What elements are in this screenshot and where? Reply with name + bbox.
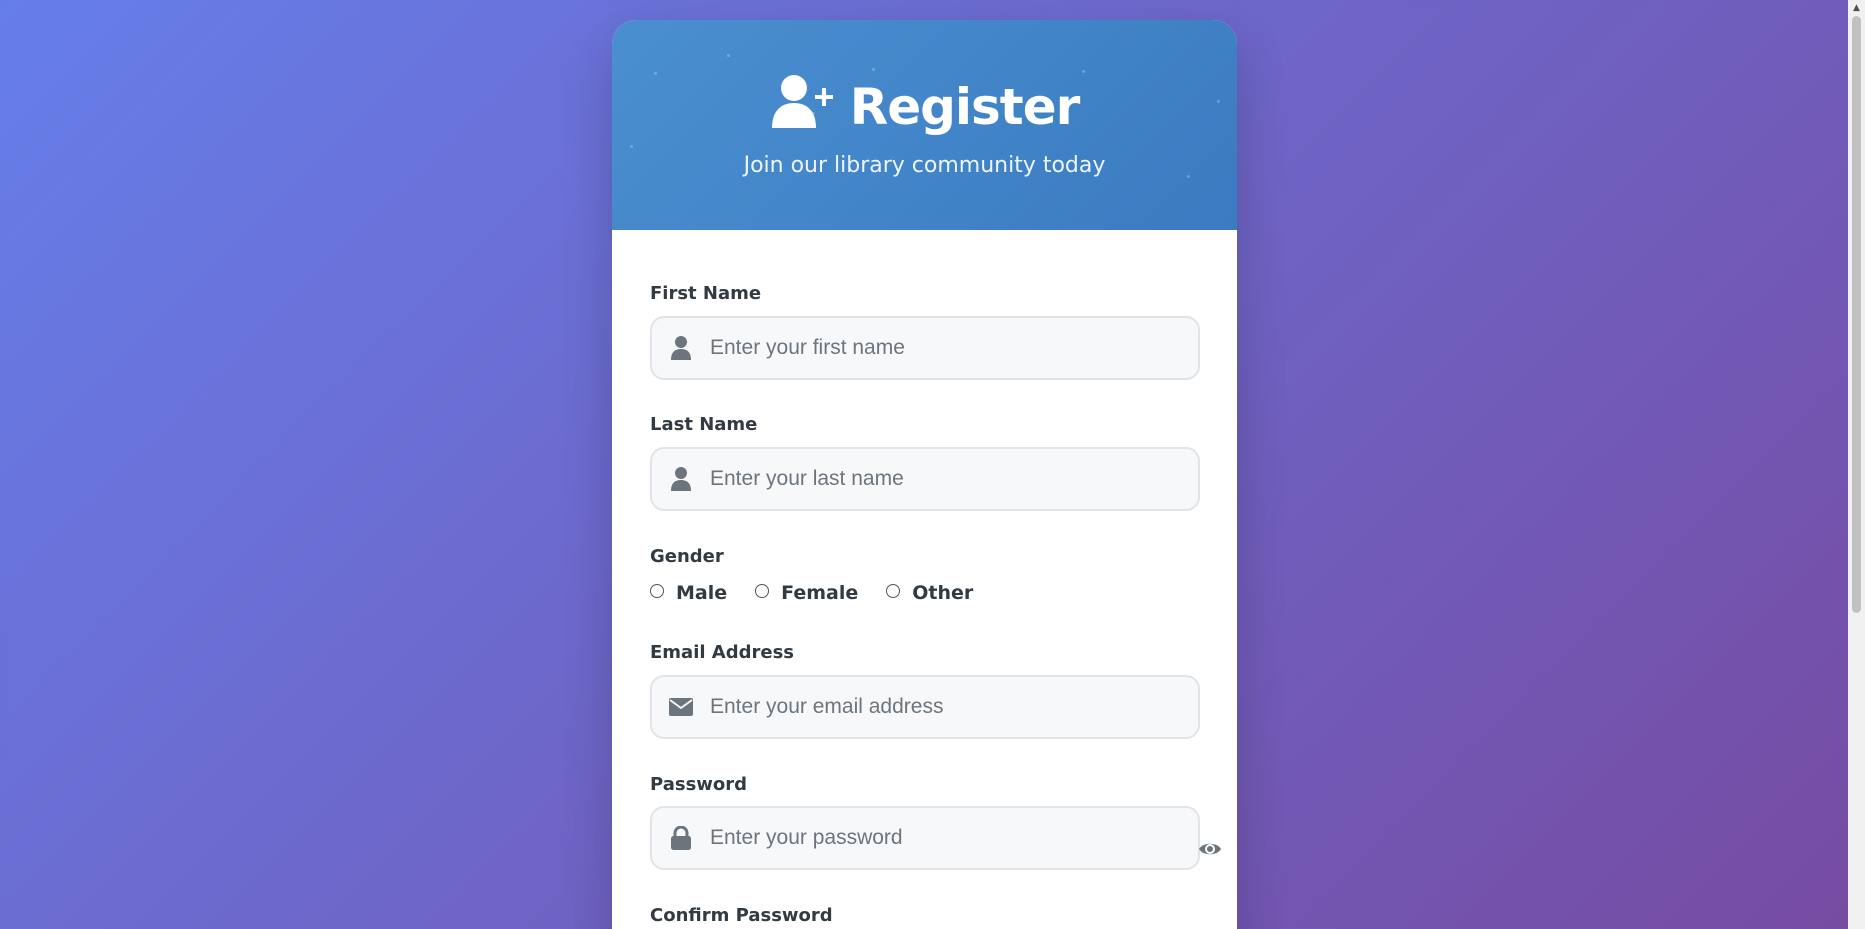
email-field[interactable] <box>650 675 1200 739</box>
eye-icon[interactable] <box>1197 838 1223 860</box>
envelope-icon <box>652 698 710 716</box>
radio-female[interactable] <box>755 584 770 598</box>
gender-radio-group: Male Female Other <box>650 582 1001 604</box>
email-label: Email Address <box>650 642 795 663</box>
scroll-up-icon[interactable]: ▲ <box>1848 0 1865 16</box>
title-text: Register <box>849 78 1081 136</box>
radio-label: Other <box>912 582 974 604</box>
user-icon <box>652 336 710 360</box>
radio-other[interactable] <box>886 584 901 598</box>
page-subtitle: Join our library community today <box>743 153 1106 178</box>
last-name-field[interactable] <box>650 447 1200 511</box>
page-title: Register <box>612 74 1237 140</box>
radio-male[interactable] <box>650 584 664 598</box>
gender-option-male[interactable]: Male <box>650 582 727 604</box>
scrollbar-thumb[interactable] <box>1852 16 1861 613</box>
gender-option-female[interactable]: Female <box>755 582 858 604</box>
email-input[interactable] <box>710 695 1198 719</box>
first-name-label: First Name <box>650 283 762 304</box>
last-name-label: Last Name <box>650 414 758 435</box>
page-scrollbar[interactable]: ▲ <box>1848 0 1865 929</box>
password-input[interactable] <box>710 826 1198 850</box>
password-label: Password <box>650 774 748 795</box>
card-header: Register Join our library community toda… <box>612 20 1237 230</box>
gender-option-other[interactable]: Other <box>886 582 973 604</box>
radio-label: Male <box>676 582 728 604</box>
user-icon <box>652 467 710 491</box>
password-field[interactable] <box>650 806 1200 870</box>
gender-label: Gender <box>650 546 724 567</box>
first-name-field[interactable] <box>650 316 1200 380</box>
user-plus-icon <box>770 74 836 140</box>
first-name-input[interactable] <box>710 336 1198 360</box>
register-card: Register Join our library community toda… <box>612 20 1237 929</box>
lock-icon <box>652 826 710 850</box>
last-name-input[interactable] <box>710 467 1198 491</box>
radio-label: Female <box>781 582 859 604</box>
confirm-password-label: Confirm Password <box>650 905 833 926</box>
